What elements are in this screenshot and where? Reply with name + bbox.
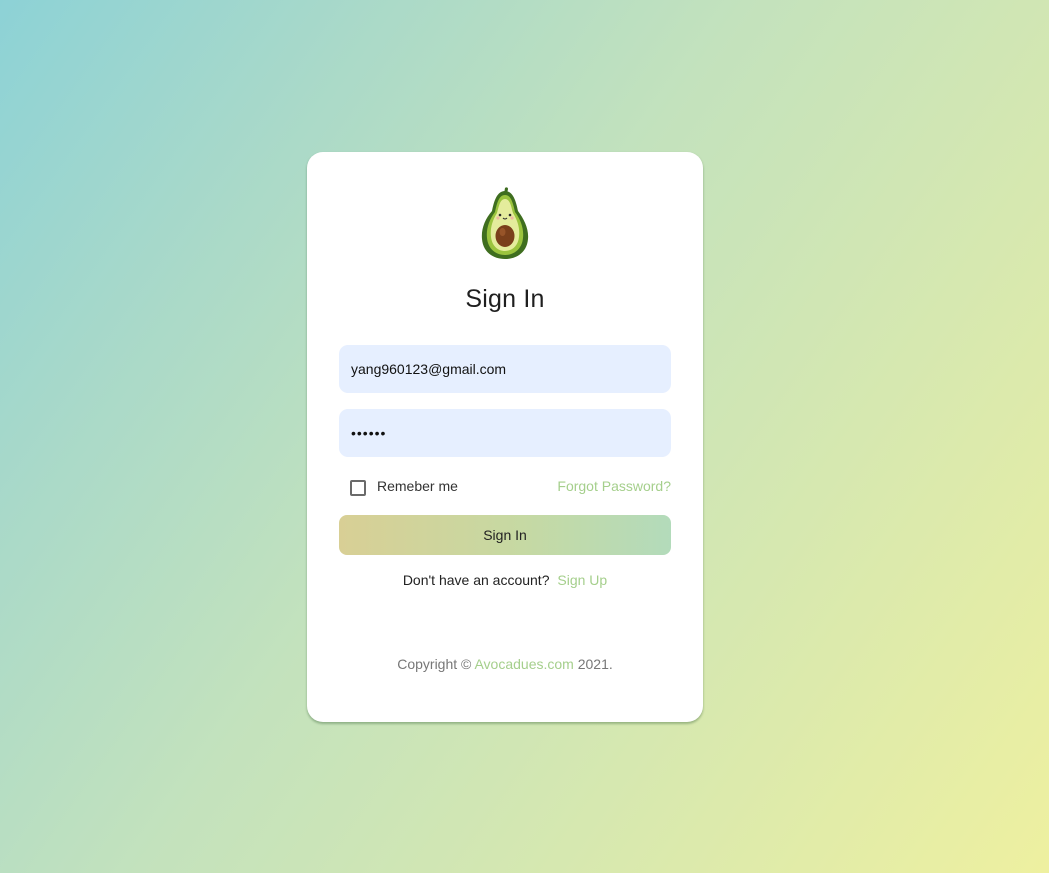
sign-in-button[interactable]: Sign In <box>339 515 671 555</box>
remember-row: Remeber me Forgot Password? <box>350 477 671 497</box>
email-field[interactable]: yang960123@gmail.com <box>339 345 671 393</box>
remember-me-checkbox[interactable] <box>350 480 366 496</box>
remember-me-label[interactable]: Remeber me <box>377 478 458 494</box>
copyright-footer: Copyright © Avocadues.com 2021. <box>307 656 703 672</box>
copyright-prefix: Copyright © <box>397 656 472 672</box>
password-field[interactable]: •••••• <box>339 409 671 457</box>
signup-prompt-row: Don't have an account? Sign Up <box>307 572 703 588</box>
page-title: Sign In <box>465 285 545 313</box>
forgot-password-link[interactable]: Forgot Password? <box>557 478 671 494</box>
avocado-logo-icon <box>481 187 529 259</box>
signup-prompt-text: Don't have an account? <box>402 572 550 588</box>
brand-link[interactable]: Avocadues.com <box>474 656 573 672</box>
copyright-year: 2021. <box>577 656 613 672</box>
sign-up-link[interactable]: Sign Up <box>557 572 607 588</box>
signin-card: Sign In yang960123@gmail.com •••••• Reme… <box>307 152 703 722</box>
